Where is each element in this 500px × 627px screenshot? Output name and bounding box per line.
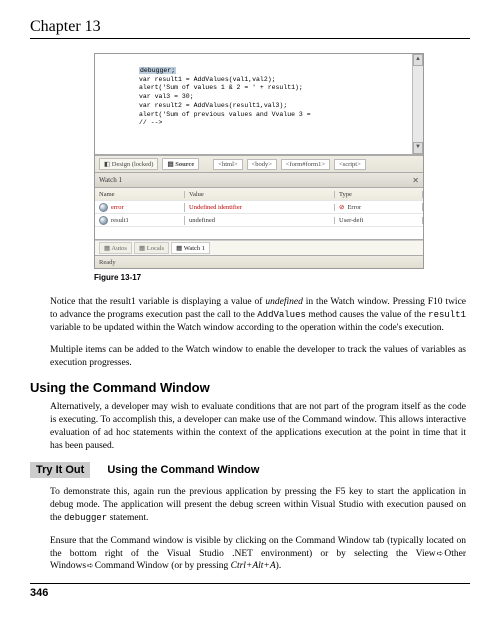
status-bar: Ready [95, 255, 423, 268]
figure-caption: Figure 13-17 [94, 273, 470, 282]
bottom-tabs: ▦ Autos ▦ Locals ▦ Watch 1 [95, 240, 423, 255]
watch-panel-title: Watch 1 [99, 176, 122, 184]
code-text: debugger; var result1 = AddValues(val1,v… [95, 54, 423, 128]
section-heading-command-window: Using the Command Window [30, 380, 470, 395]
breadcrumb-form[interactable]: <form#form1> [281, 159, 330, 170]
editor-tabs-row: ◧ Design (locked) ▤ Source <html> <body>… [95, 155, 423, 173]
paragraph-demonstrate: To demonstrate this, again run the previ… [30, 486, 470, 524]
col-value[interactable]: Value [185, 191, 335, 198]
table-row-empty[interactable] [95, 226, 423, 239]
breadcrumb-script[interactable]: <script> [334, 159, 366, 170]
paragraph-command-intro: Alternatively, a developer may wish to e… [30, 401, 470, 452]
paragraph-watch-undefined: Notice that the result1 variable is disp… [30, 296, 470, 334]
tab-design[interactable]: ◧ Design (locked) [99, 158, 158, 170]
paragraph-multiple-items: Multiple items can be added to the Watch… [30, 344, 470, 370]
tab-locals[interactable]: ▦ Locals [134, 242, 169, 254]
tab-watch1[interactable]: ▦ Watch 1 [171, 242, 210, 254]
code-editor-pane: debugger; var result1 = AddValues(val1,v… [95, 54, 423, 155]
col-name[interactable]: Name [95, 191, 185, 198]
paragraph-ensure-visible: Ensure that the Command window is visibl… [30, 535, 470, 573]
scroll-up-icon[interactable]: ▲ [413, 54, 423, 66]
ide-screenshot: debugger; var result1 = AddValues(val1,v… [94, 53, 424, 269]
try-it-out-label: Try It Out [30, 462, 90, 478]
chapter-title: Chapter 13 [30, 18, 470, 39]
vertical-scrollbar[interactable]: ▲ ▼ [412, 54, 423, 154]
row-icon [99, 203, 108, 212]
breadcrumb-body[interactable]: <body> [247, 159, 277, 170]
breadcrumb-html[interactable]: <html> [213, 159, 242, 170]
try-it-out-box: Try It Out Using the Command Window [30, 462, 470, 478]
scroll-down-icon[interactable]: ▼ [413, 142, 423, 154]
watch-table-header: Name Value Type [95, 188, 423, 200]
tab-autos[interactable]: ▦ Autos [99, 242, 132, 254]
row-icon [99, 216, 108, 225]
watch-panel-header: Watch 1 ✕ [95, 173, 423, 188]
tab-source[interactable]: ▤ Source [162, 158, 199, 170]
watch-table: Name Value Type error Undefined identifi… [95, 188, 423, 240]
col-type[interactable]: Type [335, 191, 423, 198]
table-row[interactable]: error Undefined identifier ⊘ Error [95, 200, 423, 213]
close-icon[interactable]: ✕ [412, 176, 419, 185]
menu-separator-icon: ➪ [86, 561, 95, 570]
table-row[interactable]: result1 undefined User-defi [95, 213, 423, 226]
page-number: 346 [30, 583, 470, 599]
try-it-out-title: Using the Command Window [93, 464, 259, 476]
